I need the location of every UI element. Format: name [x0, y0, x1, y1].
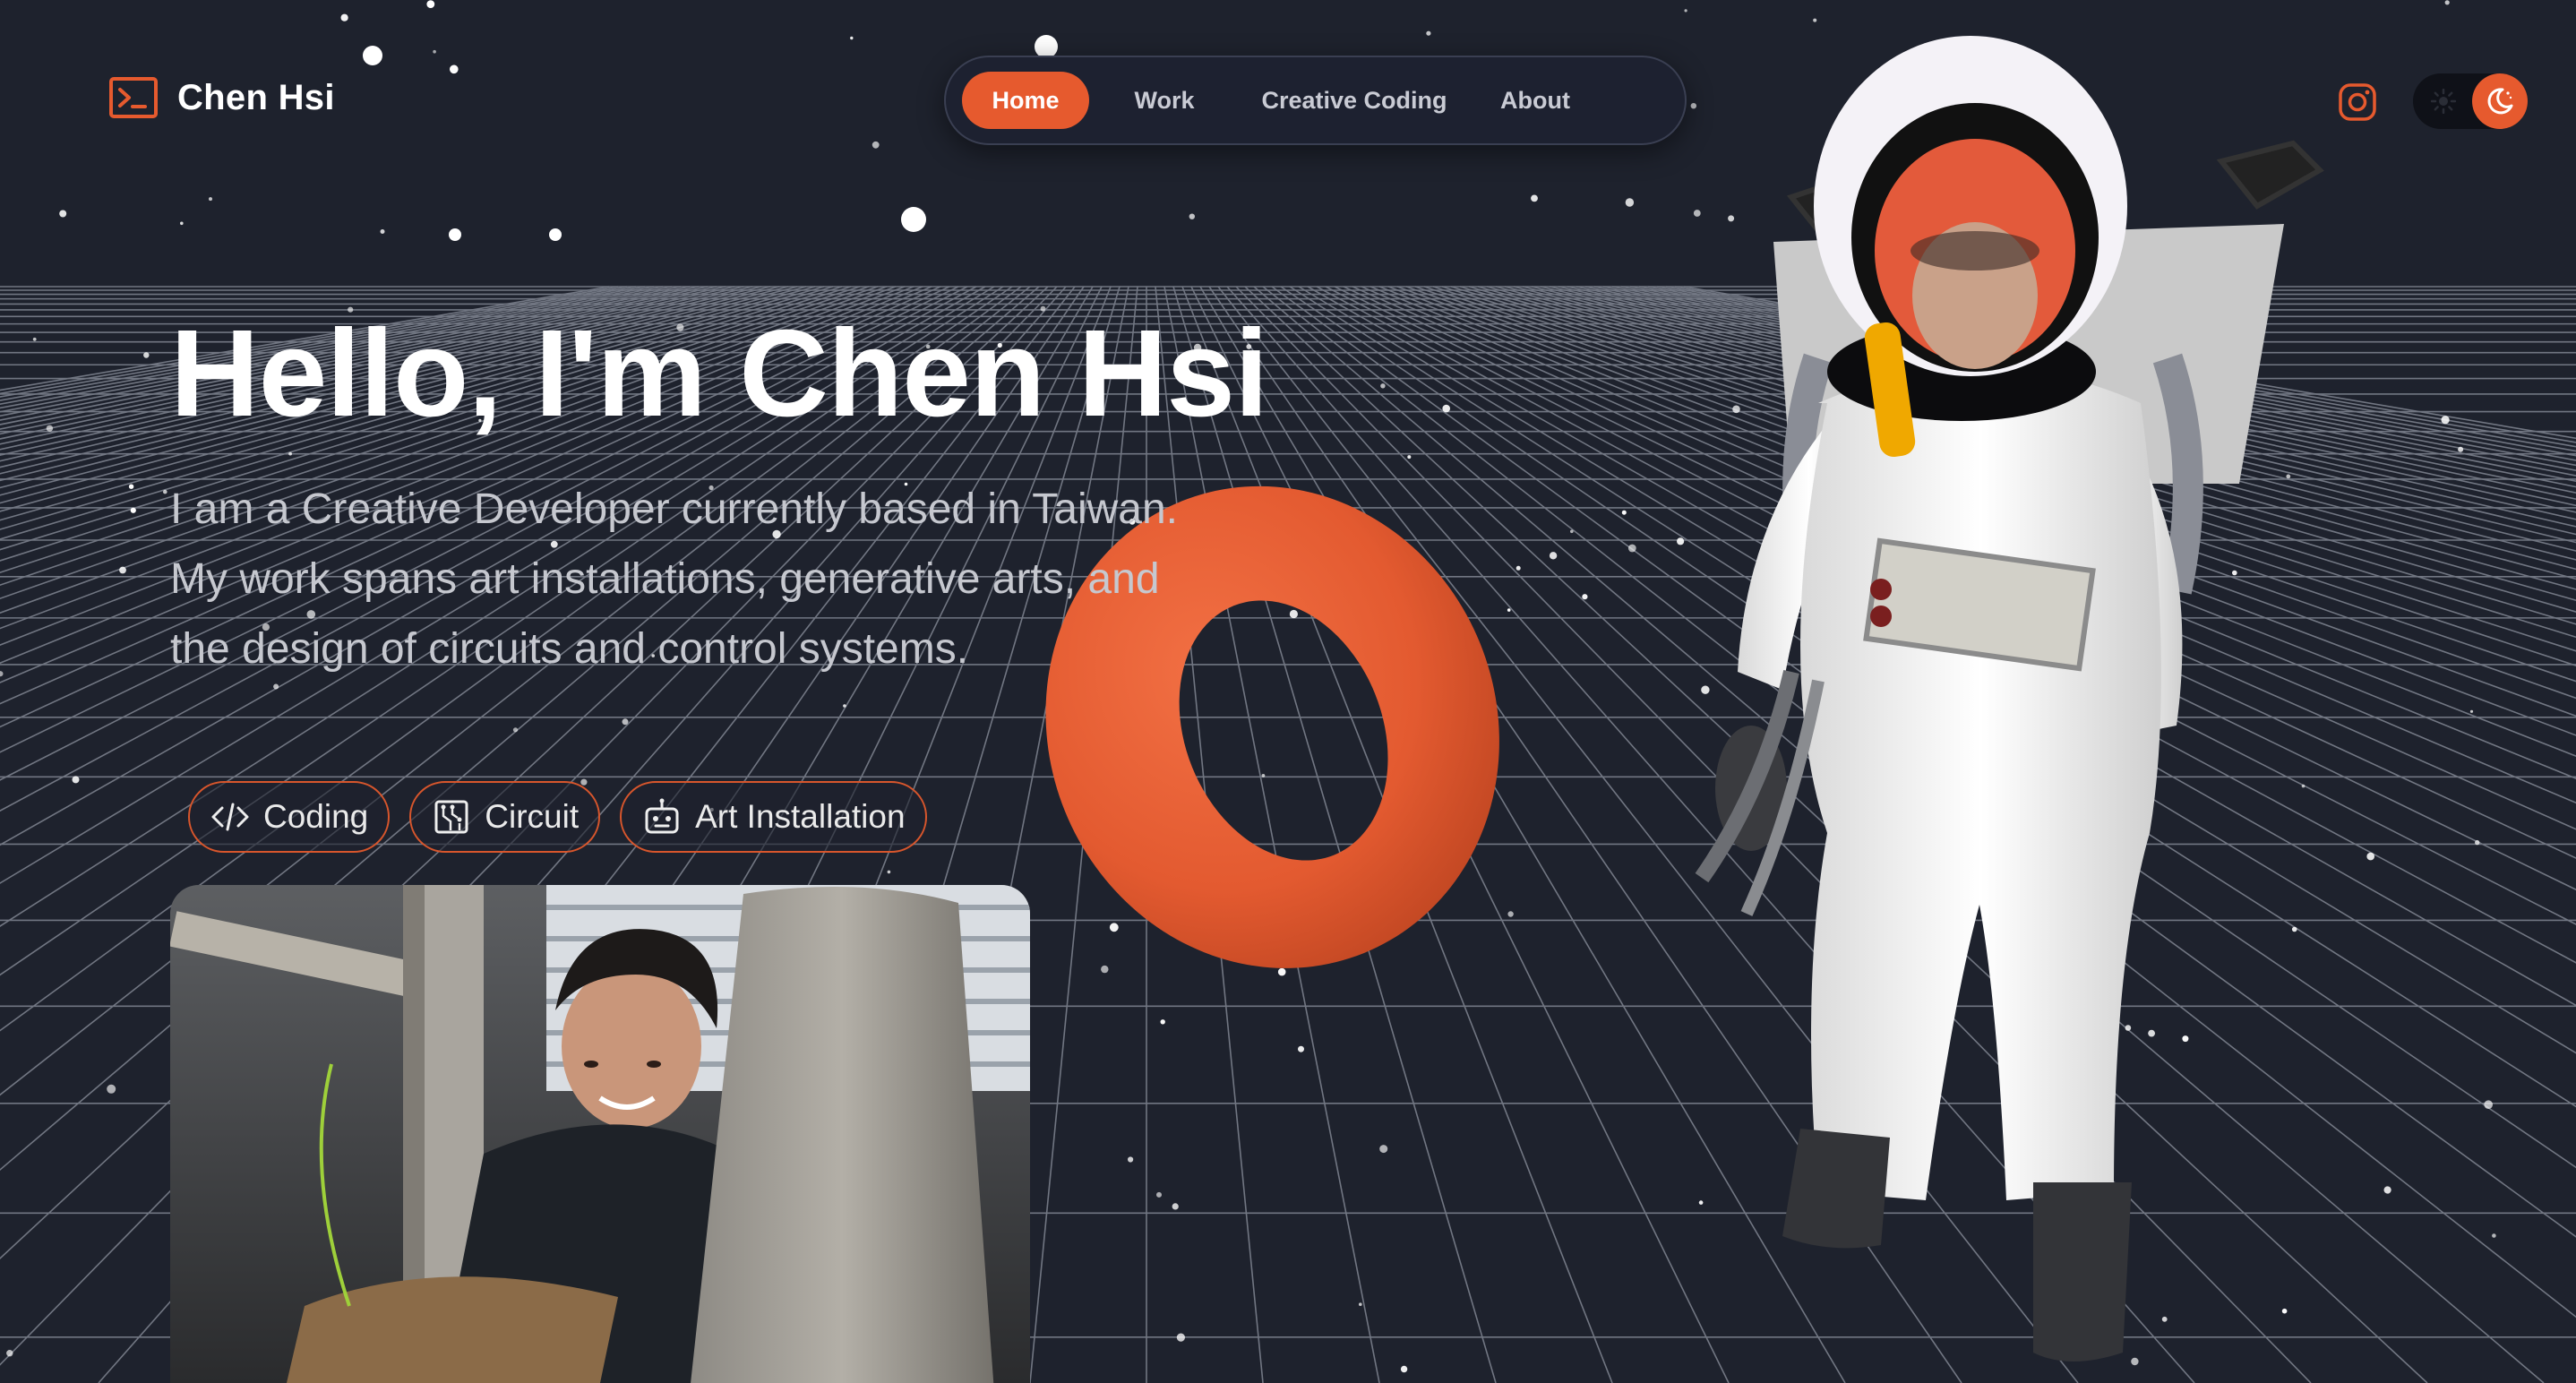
- nav-work[interactable]: Work: [1089, 72, 1240, 129]
- brand-name: Chen Hsi: [177, 77, 335, 117]
- sun-icon: [2431, 89, 2456, 114]
- terminal-icon: [109, 77, 158, 118]
- tag-label: Art Installation: [695, 798, 906, 835]
- hero-title: Hello, I'm Chen Hsi: [170, 305, 1268, 442]
- circuit-icon: [434, 800, 468, 834]
- code-icon: [211, 803, 249, 831]
- tag-label: Circuit: [485, 798, 580, 835]
- tag-label: Coding: [263, 798, 369, 835]
- nav-creative-coding[interactable]: Creative Coding: [1240, 72, 1469, 129]
- theme-toggle[interactable]: [2413, 73, 2528, 129]
- robot-icon: [645, 798, 679, 834]
- astronaut-model: [1695, 36, 2324, 1362]
- skill-tags: Coding Circuit Art Installation: [188, 781, 927, 853]
- tag-art-installation[interactable]: Art Installation: [620, 781, 927, 853]
- tag-coding[interactable]: Coding: [188, 781, 391, 853]
- nav-home[interactable]: Home: [962, 72, 1089, 129]
- hero-description: I am a Creative Developer currently base…: [170, 485, 1178, 673]
- brand-logo[interactable]: Chen Hsi: [109, 77, 335, 118]
- tag-circuit[interactable]: Circuit: [409, 781, 601, 853]
- moon-icon: [2487, 88, 2513, 115]
- toggle-knob: [2472, 73, 2528, 129]
- profile-photo: [170, 885, 1030, 1383]
